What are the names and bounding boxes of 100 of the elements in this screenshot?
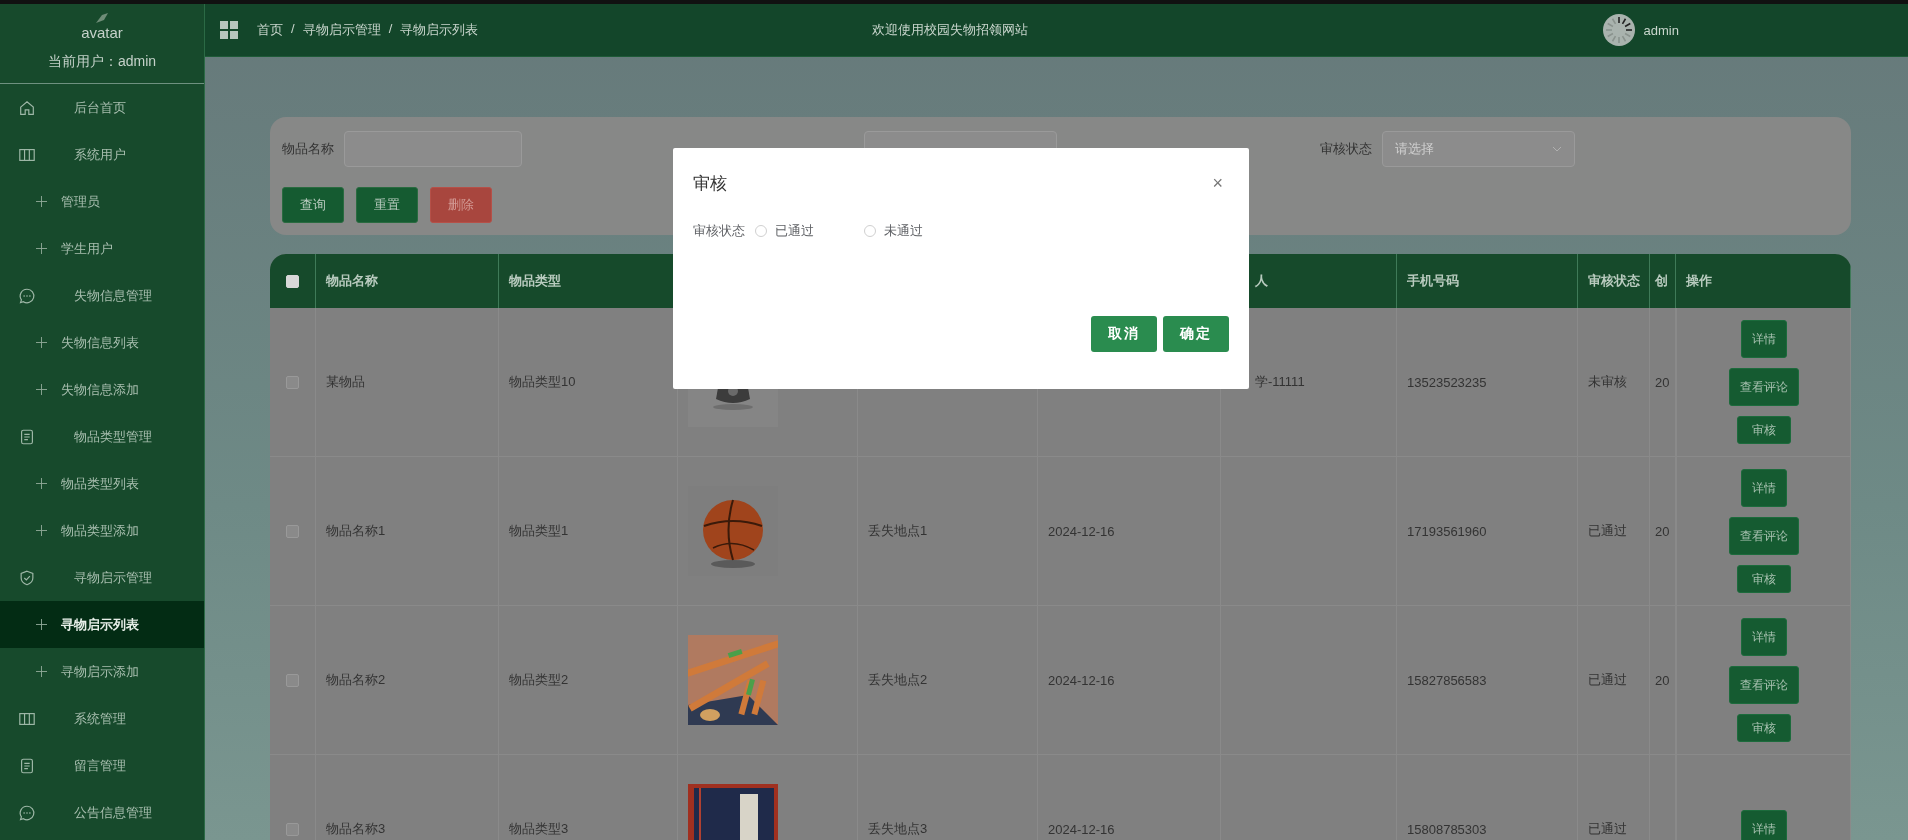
table-cell: 20: [1655, 374, 1670, 390]
sidebar-item[interactable]: 寻物启示添加: [0, 648, 204, 695]
table-cell: 已通过: [1588, 522, 1627, 540]
avatar-alt-text: avatar: [81, 24, 123, 41]
plus-icon: [36, 243, 47, 254]
plus-icon: [36, 337, 47, 348]
review-button[interactable]: 审核: [1736, 714, 1791, 742]
sidebar-item[interactable]: 管理员: [0, 178, 204, 225]
table-cell: 物品类型2: [509, 671, 569, 689]
column-header: 操作: [1686, 272, 1712, 290]
plus-icon: [36, 619, 47, 630]
table-cell: 2024-12-16: [1048, 821, 1115, 837]
column-header: 创: [1655, 272, 1668, 290]
sidebar-item[interactable]: 失物信息添加: [0, 366, 204, 413]
row-checkbox[interactable]: [286, 822, 299, 836]
comments-button[interactable]: 查看评论: [1728, 368, 1799, 406]
table-cell: 物品类型10: [509, 373, 576, 391]
table-cell: 已通过: [1588, 820, 1627, 838]
details-button[interactable]: 详情: [1740, 618, 1787, 656]
sidebar-item[interactable]: 失物信息管理: [0, 272, 204, 319]
select-all-checkbox[interactable]: [286, 274, 299, 288]
sidebar-item[interactable]: 物品类型管理: [0, 413, 204, 460]
table-cell: 13523523235: [1407, 374, 1487, 390]
shield-icon: [18, 568, 36, 587]
column-header: 人: [1255, 272, 1268, 290]
filter-label: 物品名称: [282, 140, 334, 158]
home-icon: [18, 98, 36, 117]
close-button[interactable]: ×: [1206, 171, 1229, 195]
table-cell: 丢失地点3: [868, 820, 928, 838]
table-cell: 物品类型1: [509, 522, 569, 540]
plus-icon: [36, 525, 47, 536]
table-cell: 丢失地点2: [868, 671, 928, 689]
table-cell: 丢失地点1: [868, 522, 928, 540]
table-cell: 已通过: [1588, 671, 1627, 689]
details-button[interactable]: 详情: [1740, 810, 1787, 840]
column-header: 物品名称: [326, 272, 378, 290]
breadcrumb-separator: /: [291, 21, 295, 38]
details-button[interactable]: 详情: [1740, 320, 1787, 358]
sidebar-item[interactable]: 物品类型添加: [0, 507, 204, 554]
table-cell: 未审核: [1588, 373, 1627, 391]
grid-menu-icon[interactable]: [219, 20, 239, 40]
table-cell: 2024-12-16: [1048, 523, 1115, 539]
review-button[interactable]: 审核: [1736, 565, 1791, 593]
broken-image-icon: [95, 12, 109, 24]
breadcrumb-separator: /: [388, 21, 393, 38]
sidebar-item[interactable]: 失物信息列表: [0, 319, 204, 366]
plus-icon: [36, 666, 47, 677]
sidebar-item[interactable]: 系统管理: [0, 695, 204, 742]
column-header: 物品类型: [509, 272, 561, 290]
current-user-label: 当前用户：admin: [47, 53, 157, 71]
table-cell: 15808785303: [1407, 821, 1487, 837]
dialog-title: 审核: [693, 172, 727, 195]
filter-button[interactable]: 重置: [356, 187, 418, 223]
chat-icon: [18, 286, 36, 305]
loading-spinner-icon: [1601, 13, 1636, 47]
radio-option[interactable]: 已通过: [755, 222, 814, 240]
table-cell: 物品名称2: [326, 671, 386, 689]
field-label: 审核状态: [693, 222, 745, 240]
table-cell: 学-11111: [1255, 373, 1305, 391]
comments-button[interactable]: 查看评论: [1728, 666, 1799, 704]
site-title: 欢迎使用校园失物招领网站: [871, 21, 1028, 39]
column-header: 手机号码: [1407, 272, 1459, 290]
chat-icon: [18, 803, 36, 822]
plus-icon: [36, 478, 47, 489]
sidebar-item[interactable]: 寻物启示列表: [0, 601, 204, 648]
sidebar-item[interactable]: 寻物启示管理: [0, 554, 204, 601]
breadcrumb-link[interactable]: 寻物启示管理: [302, 21, 381, 39]
user-name[interactable]: admin: [1643, 22, 1679, 38]
table-cell: 17193561960: [1407, 523, 1487, 539]
sidebar-item[interactable]: 系统用户: [0, 131, 204, 178]
column-header: 审核状态: [1588, 272, 1640, 290]
chevron-down-icon: [1552, 146, 1562, 152]
sidebar-item[interactable]: 后台首页: [0, 84, 204, 131]
table-cell: 15827856583: [1407, 672, 1487, 688]
review-button[interactable]: 审核: [1736, 416, 1791, 444]
row-checkbox[interactable]: [286, 375, 299, 389]
radio-option[interactable]: 未通过: [864, 222, 923, 240]
table-cell: 物品类型3: [509, 820, 569, 838]
filter-button[interactable]: 查询: [282, 187, 344, 223]
breadcrumb-link[interactable]: 寻物启示列表: [400, 21, 479, 39]
table-cell: 某物品: [326, 373, 365, 391]
filter-label: 审核状态: [1320, 140, 1372, 158]
table-cell: 物品名称1: [326, 522, 386, 540]
plus-icon: [36, 196, 47, 207]
document-icon: [18, 427, 36, 446]
details-button[interactable]: 详情: [1740, 469, 1787, 507]
table-cell: 20: [1655, 523, 1670, 539]
sidebar-item[interactable]: 物品类型列表: [0, 460, 204, 507]
breadcrumb-link[interactable]: 首页: [257, 21, 283, 39]
row-checkbox[interactable]: [286, 673, 299, 687]
confirm-button[interactable]: 确定: [1163, 316, 1229, 352]
comments-button[interactable]: 查看评论: [1728, 517, 1799, 555]
sidebar-item[interactable]: 学生用户: [0, 225, 204, 272]
sidebar-item[interactable]: 公告信息管理: [0, 789, 204, 836]
sidebar-item[interactable]: 留言管理: [0, 742, 204, 789]
plus-icon: [36, 384, 47, 395]
document-icon: [18, 756, 36, 775]
cancel-button[interactable]: 取消: [1091, 316, 1157, 352]
table-cell: 物品名称3: [326, 820, 386, 838]
row-checkbox[interactable]: [286, 524, 299, 538]
